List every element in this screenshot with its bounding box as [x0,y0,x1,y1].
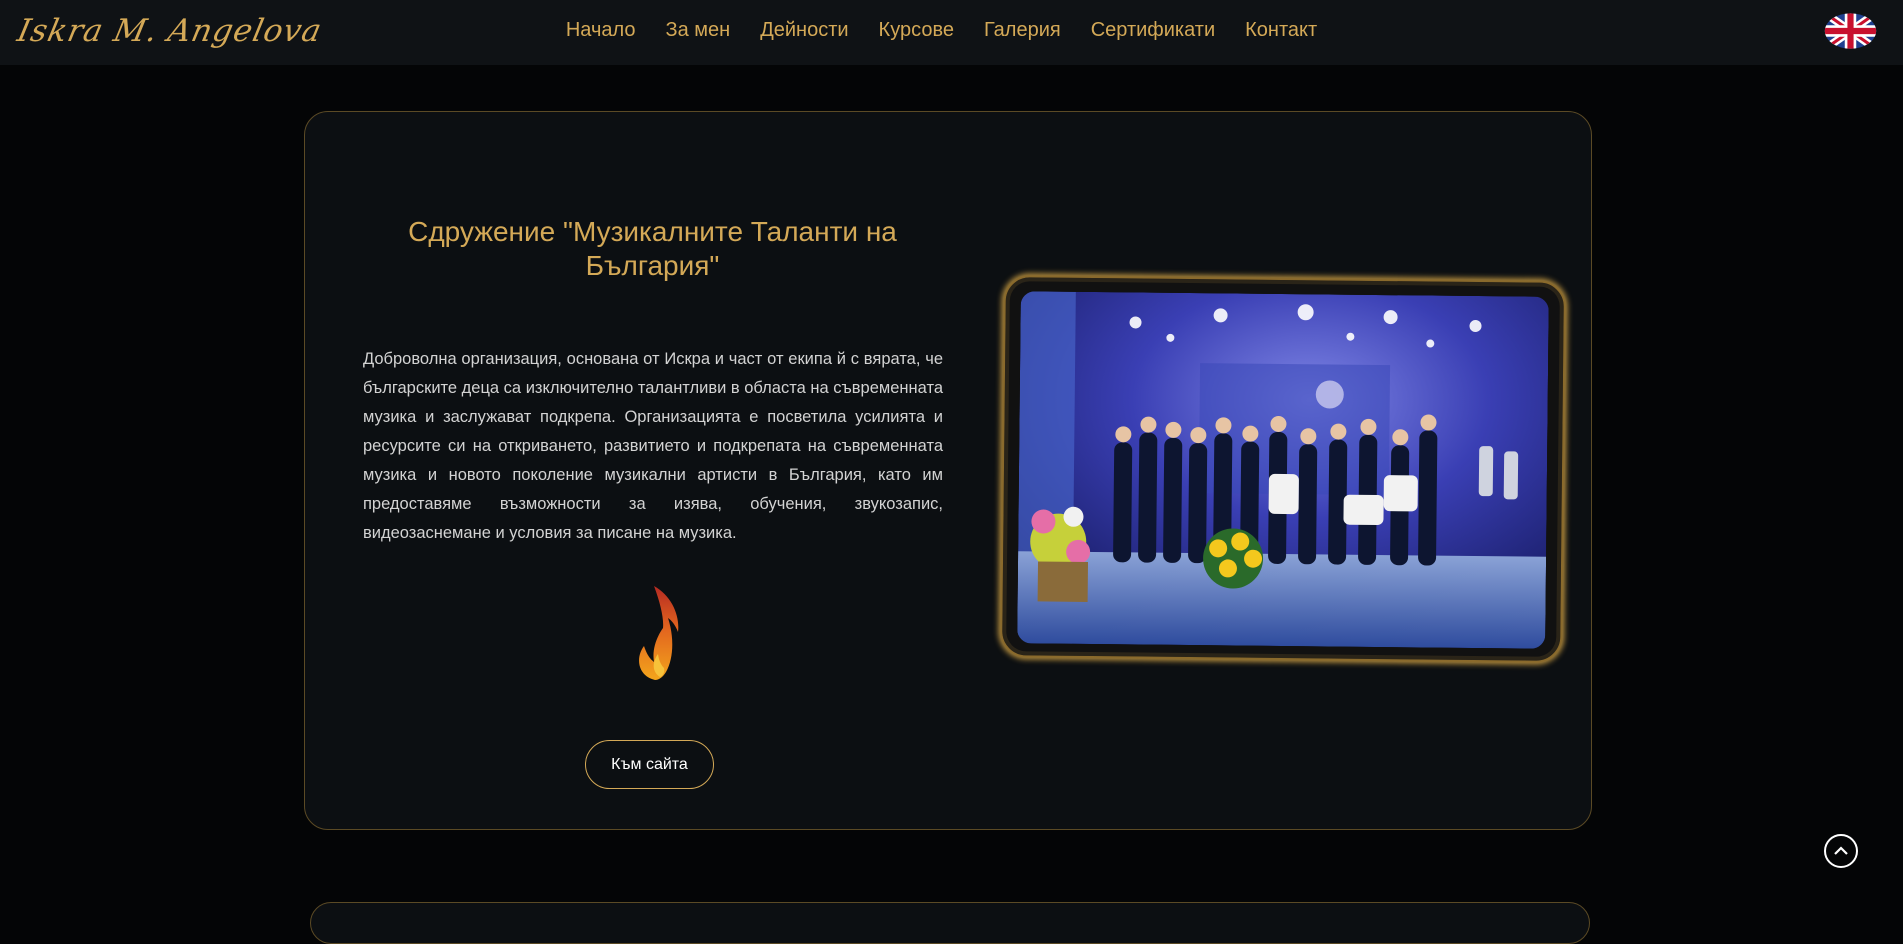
uk-flag-icon[interactable] [1824,12,1877,50]
group-photo [1017,291,1549,649]
nav-contact[interactable]: Контакт [1245,19,1317,42]
scroll-to-top-button[interactable] [1824,834,1858,868]
concert-photo-image [1017,291,1549,649]
nav-gallery[interactable]: Галерия [984,19,1061,42]
flame-note-icon [639,586,679,680]
nav-about[interactable]: За мен [666,19,731,42]
top-navbar: Iskra M. Angelova Начало За мен Дейности… [0,0,1903,65]
main-nav: Начало За мен Дейности Курсове Галерия С… [0,0,1903,60]
section-title: Сдружение "Музикалните Таланти на Българ… [408,216,897,281]
section-description: Доброволна организация, основана от Искр… [363,350,943,542]
nav-certificates[interactable]: Сертификати [1091,19,1215,42]
photo-frame [1000,275,1566,663]
nav-activities[interactable]: Дейности [760,19,848,42]
nav-courses[interactable]: Курсове [879,19,954,42]
nav-home[interactable]: Начало [566,19,636,42]
visit-site-button[interactable]: Към сайта [585,740,714,789]
next-card [310,902,1590,944]
chevron-up-icon [1834,846,1848,855]
